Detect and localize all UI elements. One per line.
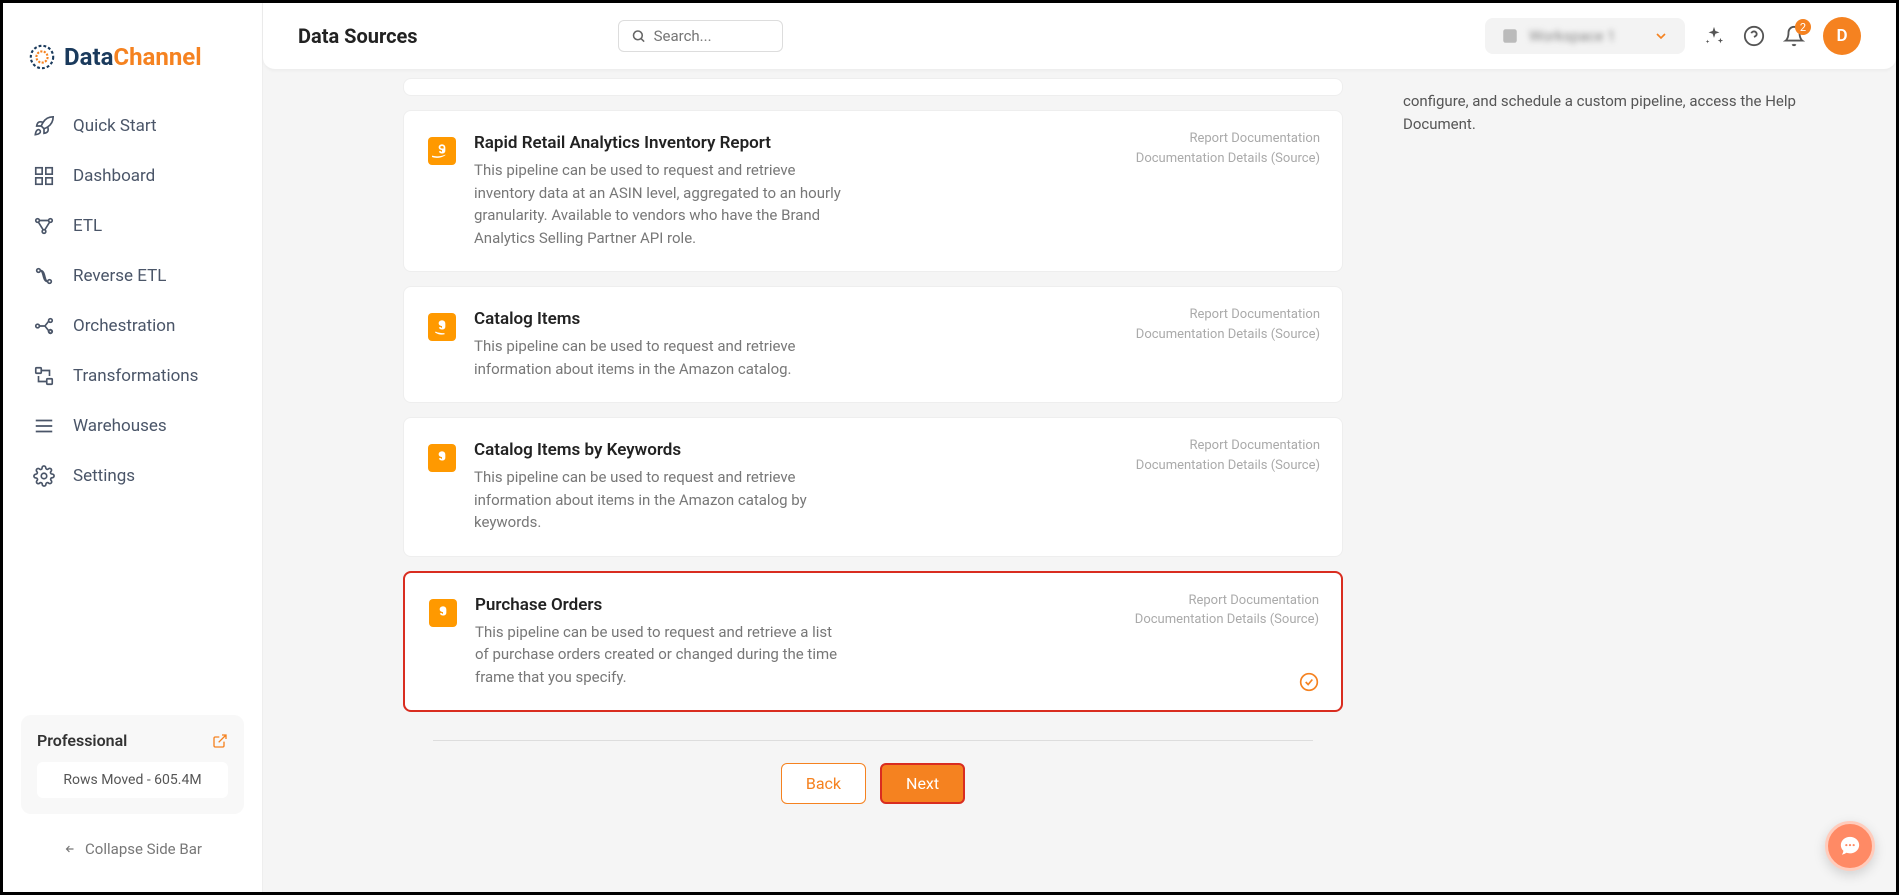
plan-box: Professional Rows Moved - 605.4M xyxy=(21,715,244,814)
warehouses-icon xyxy=(33,415,55,437)
search-icon xyxy=(631,27,646,45)
card-desc: This pipeline can be used to request and… xyxy=(475,621,845,689)
sidebar-item-etl[interactable]: ETL xyxy=(15,201,250,251)
dashboard-icon xyxy=(33,165,55,187)
card-links: Report Documentation Documentation Detai… xyxy=(1136,436,1320,475)
nav-label: Settings xyxy=(73,466,135,486)
pipeline-card-partial[interactable] xyxy=(403,78,1343,96)
pipeline-list: Rapid Retail Analytics Inventory Report … xyxy=(383,70,1363,892)
nav-label: Dashboard xyxy=(73,166,155,186)
nav-label: Warehouses xyxy=(73,416,167,436)
link-doc-details[interactable]: Documentation Details (Source) xyxy=(1136,456,1320,476)
link-doc-details[interactable]: Documentation Details (Source) xyxy=(1136,325,1320,345)
main: Data Sources Workspace 1 2 D xyxy=(263,3,1896,892)
help-text: configure, and schedule a custom pipelin… xyxy=(1403,92,1796,133)
sidebar-item-warehouses[interactable]: Warehouses xyxy=(15,401,250,451)
logo[interactable]: DataChannel xyxy=(3,23,262,101)
page-title: Data Sources xyxy=(298,24,418,48)
nav: Quick Start Dashboard ETL Reverse ETL Or… xyxy=(3,101,262,703)
avatar[interactable]: D xyxy=(1823,17,1861,55)
nav-label: Transformations xyxy=(73,366,198,386)
check-icon xyxy=(1299,672,1319,692)
sidebar-item-orchestration[interactable]: Orchestration xyxy=(15,301,250,351)
amazon-icon xyxy=(429,599,457,627)
nav-label: Reverse ETL xyxy=(73,266,166,286)
collapse-sidebar[interactable]: Collapse Side Bar xyxy=(3,826,262,872)
external-link-icon[interactable] xyxy=(212,733,228,749)
sidebar-item-transformations[interactable]: Transformations xyxy=(15,351,250,401)
sidebar: DataChannel Quick Start Dashboard ETL Re… xyxy=(3,3,263,892)
workspace-icon xyxy=(1501,27,1519,45)
help-icon[interactable] xyxy=(1743,25,1765,47)
rows-moved: Rows Moved - 605.4M xyxy=(37,762,228,798)
workspace-name: Workspace 1 xyxy=(1529,27,1643,45)
notif-count: 2 xyxy=(1795,19,1811,35)
sidebar-item-reverse-etl[interactable]: Reverse ETL xyxy=(15,251,250,301)
nav-label: ETL xyxy=(73,216,102,236)
link-doc-details[interactable]: Documentation Details (Source) xyxy=(1135,610,1319,630)
content: Rapid Retail Analytics Inventory Report … xyxy=(263,70,1896,892)
card-links: Report Documentation Documentation Detai… xyxy=(1136,129,1320,168)
chat-fab[interactable] xyxy=(1825,821,1875,871)
pipeline-card[interactable]: Catalog Items by Keywords This pipeline … xyxy=(403,417,1343,557)
gear-icon xyxy=(33,465,55,487)
back-button[interactable]: Back xyxy=(781,763,866,804)
link-report-doc[interactable]: Report Documentation xyxy=(1136,129,1320,149)
collapse-icon xyxy=(63,842,77,856)
divider xyxy=(433,740,1313,741)
sparkle-icon[interactable] xyxy=(1703,25,1725,47)
topbar: Data Sources Workspace 1 2 D xyxy=(263,3,1896,70)
amazon-icon xyxy=(428,313,456,341)
plan-name: Professional xyxy=(37,731,127,750)
amazon-icon xyxy=(428,444,456,472)
logo-text-2: Channel xyxy=(113,43,201,71)
card-desc: This pipeline can be used to request and… xyxy=(474,335,844,380)
etl-icon xyxy=(33,215,55,237)
amazon-icon xyxy=(428,137,456,165)
right-panel: configure, and schedule a custom pipelin… xyxy=(1363,70,1883,892)
nav-label: Quick Start xyxy=(73,116,157,136)
logo-icon xyxy=(28,43,56,71)
card-links: Report Documentation Documentation Detai… xyxy=(1135,591,1319,630)
card-desc: This pipeline can be used to request and… xyxy=(474,159,844,249)
pipeline-card-selected[interactable]: Purchase Orders This pipeline can be use… xyxy=(403,571,1343,713)
logo-text-1: Data xyxy=(64,43,113,71)
link-report-doc[interactable]: Report Documentation xyxy=(1135,591,1319,611)
rocket-icon xyxy=(33,115,55,137)
card-desc: This pipeline can be used to request and… xyxy=(474,466,844,534)
pipeline-card[interactable]: Catalog Items This pipeline can be used … xyxy=(403,286,1343,403)
sidebar-item-settings[interactable]: Settings xyxy=(15,451,250,501)
chat-icon xyxy=(1839,835,1861,857)
search-box[interactable] xyxy=(618,20,783,52)
footer-buttons: Back Next xyxy=(403,763,1343,834)
orchestration-icon xyxy=(33,315,55,337)
collapse-label: Collapse Side Bar xyxy=(85,840,202,858)
link-doc-details[interactable]: Documentation Details (Source) xyxy=(1136,149,1320,169)
sidebar-item-dashboard[interactable]: Dashboard xyxy=(15,151,250,201)
next-button[interactable]: Next xyxy=(880,763,965,804)
transformations-icon xyxy=(33,365,55,387)
notification-button[interactable]: 2 xyxy=(1783,25,1805,47)
link-report-doc[interactable]: Report Documentation xyxy=(1136,436,1320,456)
reverse-etl-icon xyxy=(33,265,55,287)
pipeline-card[interactable]: Rapid Retail Analytics Inventory Report … xyxy=(403,110,1343,272)
search-input[interactable] xyxy=(654,27,770,45)
workspace-dropdown[interactable]: Workspace 1 xyxy=(1485,18,1685,54)
card-links: Report Documentation Documentation Detai… xyxy=(1136,305,1320,344)
chevron-down-icon xyxy=(1653,28,1669,44)
link-report-doc[interactable]: Report Documentation xyxy=(1136,305,1320,325)
sidebar-item-quick-start[interactable]: Quick Start xyxy=(15,101,250,151)
nav-label: Orchestration xyxy=(73,316,175,336)
